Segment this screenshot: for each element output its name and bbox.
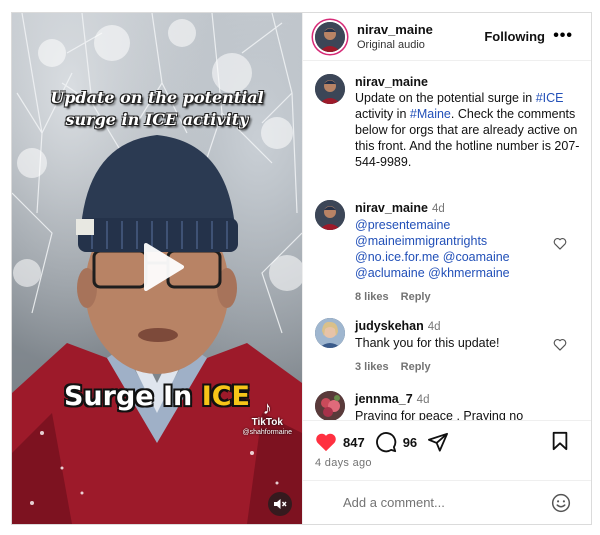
video-player[interactable]: Update on the potential surge in ICE act…: [12, 13, 302, 524]
play-icon: [144, 243, 184, 291]
mention-link[interactable]: @khmermaine: [428, 266, 509, 280]
reply-button[interactable]: Reply: [401, 291, 431, 303]
mention-link[interactable]: @maineimmigrantrights: [355, 233, 580, 249]
comment-likes[interactable]: 3 likes: [355, 361, 389, 373]
share-icon: [428, 432, 449, 452]
like-count[interactable]: 847: [343, 435, 365, 450]
comment-username[interactable]: nirav_maine: [355, 74, 576, 90]
emoji-icon: [551, 493, 571, 513]
comment-username[interactable]: judyskehan: [355, 319, 424, 333]
header-username[interactable]: nirav_maine: [357, 22, 433, 37]
hashtag-link[interactable]: #ICE: [536, 91, 564, 105]
avatar[interactable]: [315, 318, 345, 348]
avatar[interactable]: [315, 391, 345, 420]
heart-outline-icon: [553, 339, 567, 351]
comment-time: 4d: [431, 203, 445, 215]
audio-label[interactable]: Original audio: [357, 39, 433, 51]
caption-main-prefix: Surge In: [63, 381, 202, 412]
comment-count[interactable]: 96: [403, 435, 417, 450]
caption-comment: nirav_maine Update on the potential surg…: [315, 74, 581, 170]
comment-text: Praying for peace . Praying no: [355, 409, 524, 420]
reply-button[interactable]: Reply: [401, 361, 431, 373]
comment-time: 4d: [427, 321, 441, 333]
comment-username[interactable]: nirav_maine: [355, 201, 428, 215]
comment-likes[interactable]: 8 likes: [355, 291, 389, 303]
caption-text: nirav_maine Update on the potential surg…: [355, 74, 580, 170]
instagram-post: Update on the potential surge in ICE act…: [11, 12, 592, 525]
like-comment-button[interactable]: [553, 338, 567, 356]
mention-link[interactable]: @coamaine: [443, 250, 510, 264]
comment-item: jennma_7 4d Praying for peace . Praying n…: [315, 391, 581, 420]
avatar[interactable]: [315, 200, 345, 230]
like-comment-button[interactable]: [553, 237, 567, 255]
bookmark-icon: [552, 431, 568, 451]
hashtag-link[interactable]: #Maine: [410, 107, 451, 121]
share-button[interactable]: [427, 432, 449, 452]
comment-item: judyskehan 4d Thank you for this update! …: [315, 318, 581, 375]
post-details-panel: nirav_maine Original audio Following •••…: [302, 13, 591, 524]
save-button[interactable]: [551, 431, 569, 456]
more-options-icon[interactable]: •••: [553, 27, 573, 45]
mention-link[interactable]: @presentemaine: [355, 217, 580, 233]
post-header: nirav_maine Original audio Following •••: [303, 13, 591, 61]
play-button[interactable]: [130, 237, 190, 297]
mention-link[interactable]: @aclumaine: [355, 266, 425, 280]
tiktok-brand: TikTok: [251, 417, 283, 428]
comment-icon: [375, 432, 396, 453]
avatar[interactable]: [315, 74, 345, 104]
emoji-button[interactable]: [551, 493, 571, 518]
comment-item: nirav_maine 4d @presentemaine @maineimmig…: [315, 200, 581, 305]
post-date[interactable]: 4 days ago: [315, 457, 372, 469]
comment-button[interactable]: 96: [375, 431, 417, 453]
comment-time: 4d: [416, 394, 430, 406]
tiktok-logo-icon: ♪: [262, 398, 272, 418]
like-button[interactable]: 847: [315, 432, 365, 452]
comment-text: Thank you for this update!: [355, 336, 500, 350]
avatar[interactable]: [315, 21, 345, 52]
following-button[interactable]: Following: [484, 29, 545, 44]
caption-text-part: Update on the potential surge in: [355, 91, 536, 105]
caption-text-part: activity in: [355, 107, 410, 121]
comments-list[interactable]: nirav_maine Update on the potential surg…: [303, 62, 591, 420]
mention-link[interactable]: @no.ice.for.me: [355, 250, 439, 264]
heart-outline-icon: [553, 238, 567, 250]
comment-username[interactable]: jennma_7: [355, 392, 413, 406]
comment-input[interactable]: [343, 495, 533, 510]
post-actions: 847 96 4 days ago: [303, 420, 591, 480]
heart-filled-icon: [316, 433, 336, 452]
tiktok-username: @shahformaine: [242, 429, 292, 436]
add-comment-bar: [303, 480, 591, 524]
tiktok-watermark: ♪ TikTok @shahformaine: [242, 399, 292, 436]
speaker-muted-icon: [274, 499, 287, 509]
video-caption-top: Update on the potential surge in ICE act…: [50, 88, 264, 129]
mute-button[interactable]: [268, 492, 292, 516]
